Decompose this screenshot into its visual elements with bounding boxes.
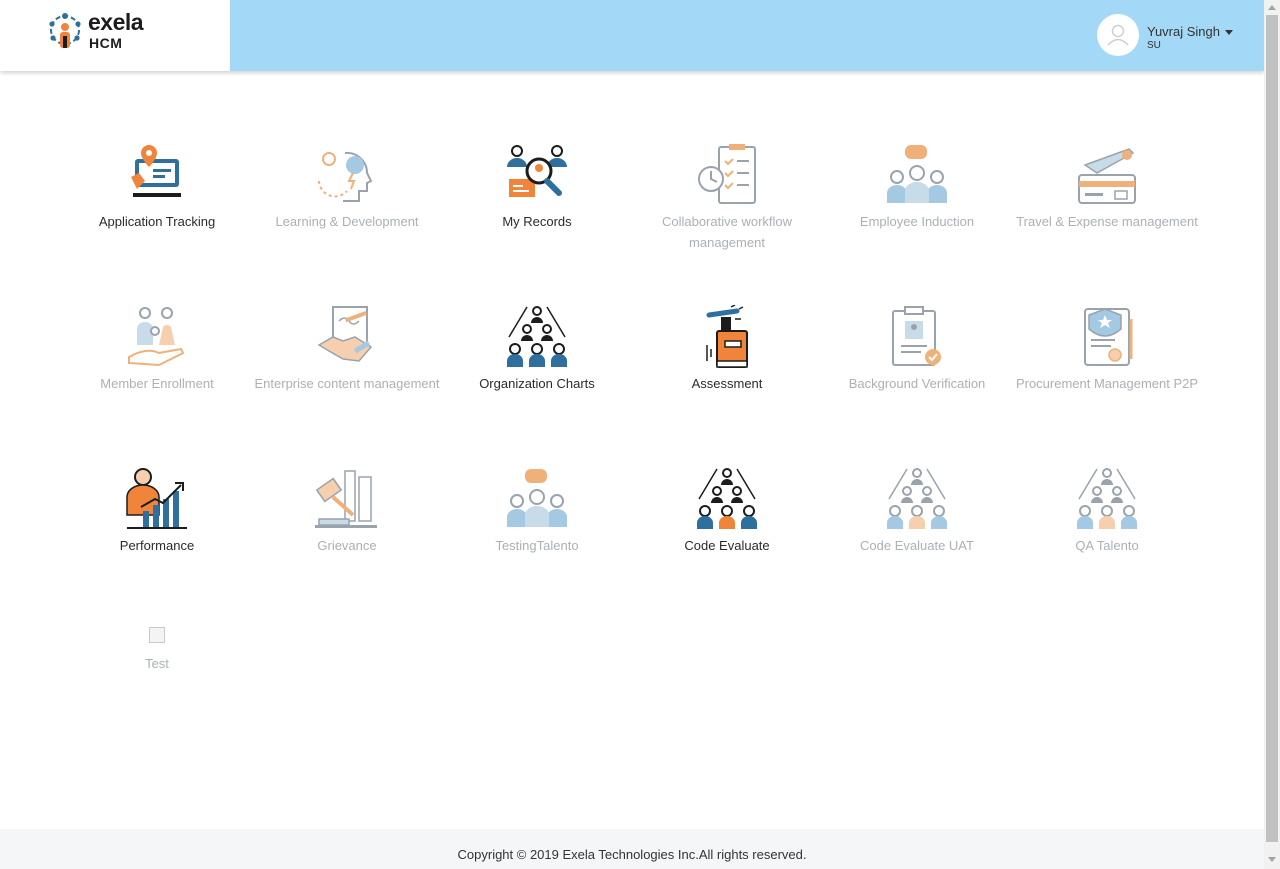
- app-tile-assessment[interactable]: Assessment: [632, 305, 822, 394]
- org-chart-icon: [1077, 468, 1137, 529]
- group-chat-icon: [887, 145, 947, 203]
- group-chat-icon: [507, 469, 567, 527]
- app-tile-my-records[interactable]: My Records: [442, 143, 632, 232]
- growth-chart-icon: [126, 468, 187, 529]
- app-tile-qa-talento[interactable]: QA Talento: [1012, 467, 1202, 556]
- location-pin-icon: [131, 145, 181, 197]
- logo[interactable]: exela HCM: [0, 0, 230, 71]
- app-label: TestingTalento: [495, 538, 579, 553]
- app-label: Procurement Management P2P: [1015, 376, 1199, 391]
- checklist-icon: [698, 144, 756, 204]
- handshake-icon: [317, 306, 373, 362]
- app-tile-background-verification[interactable]: Background Verification: [822, 305, 1012, 394]
- scroll-badge-icon: [1084, 308, 1133, 366]
- app-tile-member-enrollment[interactable]: Member Enrollment: [62, 305, 252, 394]
- app-label: Organization Charts: [479, 376, 595, 391]
- user-role: SU: [1147, 40, 1161, 51]
- app-tile-employee-induction[interactable]: Employee Induction: [822, 143, 1012, 232]
- app-tile-code-evaluate[interactable]: Code Evaluate: [632, 467, 822, 556]
- app-label: Test: [145, 656, 169, 671]
- app-tile-procurement[interactable]: Procurement Management P2P: [1012, 305, 1202, 394]
- book-pen-icon: [706, 305, 748, 368]
- app-tile-enterprise-content[interactable]: Enterprise content management: [252, 305, 442, 394]
- app-tile-performance[interactable]: Performance: [62, 467, 252, 556]
- app-label: Travel & Expense management: [1016, 214, 1198, 229]
- app-tile-application-tracking[interactable]: Application Tracking: [62, 143, 252, 232]
- app-label: Grievance: [317, 538, 377, 553]
- app-label: Enterprise content management: [254, 376, 440, 391]
- org-chart-icon: [507, 306, 567, 367]
- scroll-up-icon[interactable]: [1268, 5, 1276, 10]
- plane-card-icon: [1078, 148, 1136, 204]
- app-label: Collaborative workflow management: [661, 214, 793, 250]
- app-label: Learning & Development: [275, 214, 419, 229]
- idea-head-icon: [318, 151, 373, 202]
- app-tile-organization-charts[interactable]: Organization Charts: [442, 305, 632, 394]
- app-tile-testingtalento[interactable]: TestingTalento: [442, 467, 632, 556]
- app-tile-learning-development[interactable]: Learning & Development: [252, 143, 442, 232]
- user-name[interactable]: Yuvraj Singh: [1147, 24, 1220, 39]
- org-chart-icon: [697, 468, 757, 529]
- user-avatar-icon[interactable]: [1097, 14, 1139, 56]
- exela-logo-icon: [49, 13, 81, 48]
- brand-sub: HCM: [89, 35, 123, 51]
- scroll-thumb[interactable]: [1266, 15, 1278, 842]
- chevron-down-icon[interactable]: [1225, 30, 1233, 35]
- org-chart-icon: [887, 468, 947, 529]
- app-tile-code-evaluate-uat[interactable]: Code Evaluate UAT: [822, 467, 1012, 556]
- scroll-down-icon[interactable]: [1268, 857, 1276, 862]
- id-clipboard-icon: [892, 306, 941, 366]
- copyright-text: Copyright © 2019 Exela Technologies Inc.…: [457, 847, 807, 862]
- app-label: Employee Induction: [859, 214, 975, 229]
- app-label: Code Evaluate: [684, 538, 770, 553]
- top-header: exela HCM Yuvraj Singh SU: [0, 0, 1264, 71]
- app-label: My Records: [502, 214, 572, 229]
- app-label: Member Enrollment: [100, 376, 214, 391]
- broken-image-icon: [149, 627, 165, 643]
- app-label: Assessment: [691, 376, 763, 391]
- search-people-icon: [507, 145, 567, 197]
- brand-name: exela: [88, 9, 144, 35]
- app-label: Performance: [119, 538, 195, 553]
- app-label: QA Talento: [1075, 538, 1139, 553]
- app-label: Application Tracking: [98, 214, 216, 229]
- footer: Copyright © 2019 Exela Technologies Inc.…: [0, 829, 1264, 869]
- app-label: Code Evaluate UAT: [860, 538, 974, 553]
- app-tile-collaborative-workflow[interactable]: Collaborative workflow management: [632, 143, 822, 253]
- app-tile-travel-expense[interactable]: Travel & Expense management: [1012, 143, 1202, 232]
- vertical-scrollbar[interactable]: [1264, 0, 1280, 869]
- app-label: Background Verification: [848, 376, 986, 391]
- gavel-icon: [315, 470, 377, 528]
- app-tile-grievance[interactable]: Grievance: [252, 467, 442, 556]
- app-tile-test[interactable]: Test: [62, 627, 252, 674]
- family-icon: [128, 307, 185, 367]
